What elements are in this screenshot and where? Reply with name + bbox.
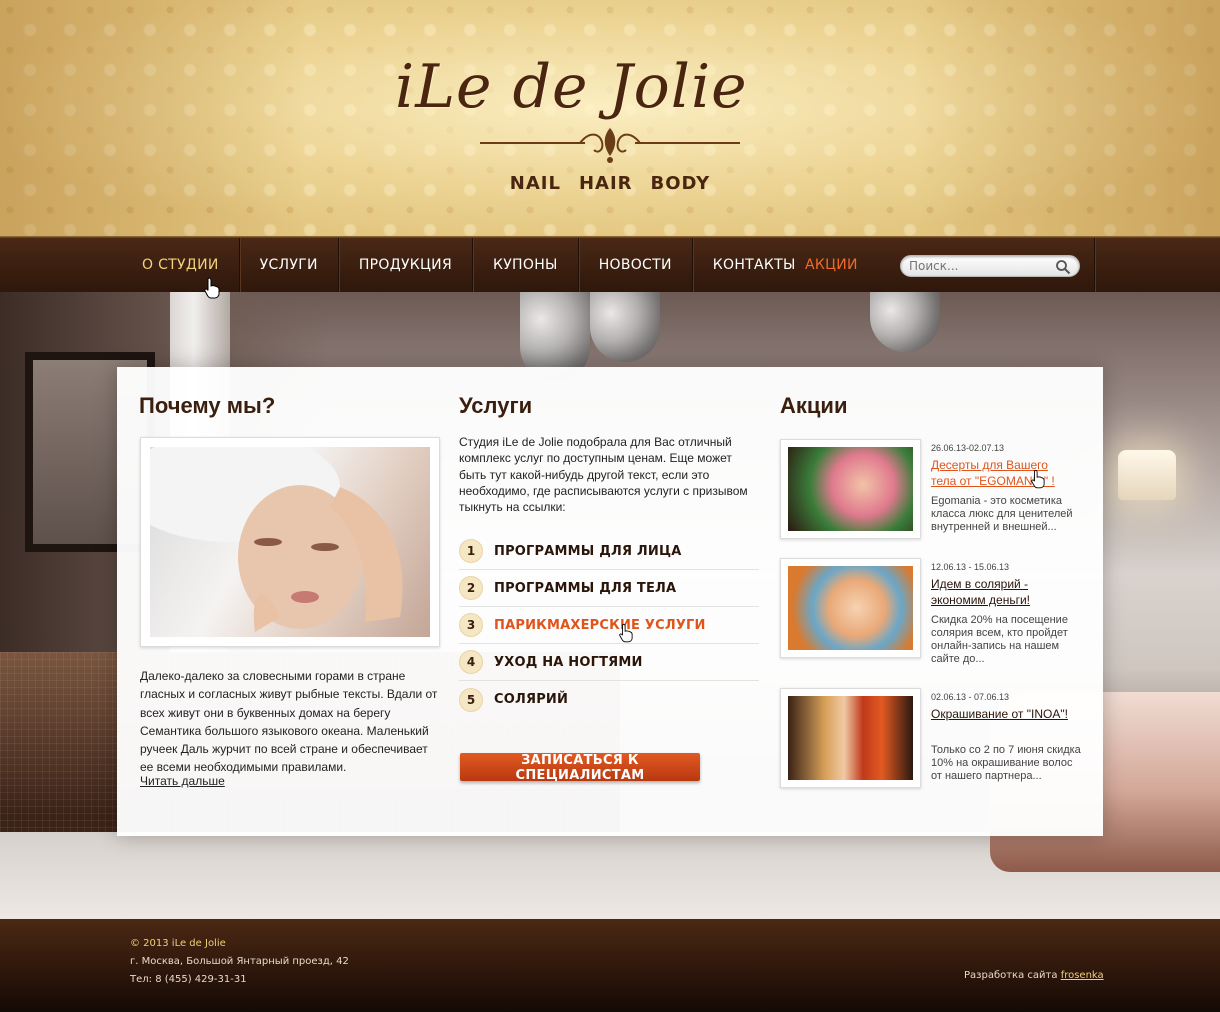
service-number: 2 xyxy=(459,576,483,600)
promo-image-hair-coloring xyxy=(788,696,913,780)
service-item-solarium[interactable]: 5 СОЛЯРИЙ xyxy=(459,681,759,718)
services-list: 1 ПРОГРАММЫ ДЛЯ ЛИЦА 2 ПРОГРАММЫ ДЛЯ ТЕЛ… xyxy=(459,533,759,718)
footer-phone: Тел: 8 (455) 429-31-31 xyxy=(130,974,247,985)
lamp-icon xyxy=(1118,450,1176,500)
service-label: ПРОГРАММЫ ДЛЯ ТЕЛА xyxy=(494,580,677,596)
promo-desc: Только со 2 по 7 июня скидка 10% на окра… xyxy=(931,744,1081,782)
promo-title-link[interactable]: Идем в солярий - экономим деньги! xyxy=(931,576,1076,608)
read-more-link[interactable]: Читать дальше xyxy=(140,774,225,788)
service-item-body[interactable]: 2 ПРОГРАММЫ ДЛЯ ТЕЛА xyxy=(459,570,759,607)
nav-item-news[interactable]: НОВОСТИ xyxy=(579,238,693,293)
service-item-hairdressing[interactable]: 3 ПАРИКМАХЕРСКИЕ УСЛУГИ xyxy=(459,607,759,644)
promo-date: 12.06.13 - 15.06.13 xyxy=(931,562,1010,572)
spa-face-image xyxy=(150,447,430,637)
nav-item-services[interactable]: УСЛУГИ xyxy=(240,238,339,293)
promo-thumb[interactable] xyxy=(780,558,921,658)
tagline-nail: NAIL xyxy=(509,173,561,194)
developer-label: Разработка сайта xyxy=(964,970,1058,981)
service-item-nails[interactable]: 4 УХОД НА НОГТЯМИ xyxy=(459,644,759,681)
nav-item-coupons[interactable]: КУПОНЫ xyxy=(473,238,579,293)
hand-cursor-icon xyxy=(204,277,220,299)
site-footer: © 2013 iLe de Jolie г. Москва, Большой Я… xyxy=(0,919,1220,1012)
nav-item-about[interactable]: О СТУДИИ xyxy=(122,238,240,293)
tagline: NAIL HAIR BODY xyxy=(500,173,720,194)
service-label: ПАРИКМАХЕРСКИЕ УСЛУГИ xyxy=(494,617,706,633)
footer-developer: Разработка сайта frosenka xyxy=(964,970,1104,981)
nav-item-products[interactable]: ПРОДУКЦИЯ xyxy=(339,238,473,293)
services-intro: Студия iLe de Jolie подобрала для Вас от… xyxy=(459,435,748,515)
footer-copyright: © 2013 iLe de Jolie xyxy=(130,938,226,949)
why-text: Далеко-далеко за словесными горами в стр… xyxy=(140,669,438,775)
hand-cursor-icon xyxy=(619,623,633,643)
promos-title: Акции xyxy=(780,393,848,418)
promo-desc: Скидка 20% на посещение солярия всем, кт… xyxy=(931,614,1068,665)
promo-thumb[interactable] xyxy=(780,439,921,539)
search-input[interactable] xyxy=(909,257,1049,275)
footer-address: г. Москва, Большой Янтарный проезд, 42 xyxy=(130,956,349,967)
promo-image-solarium xyxy=(788,566,913,650)
chandelier-icon xyxy=(590,292,660,362)
promo-desc: Egomania - это косметика класса люкс для… xyxy=(931,495,1073,533)
ornament-divider-icon xyxy=(480,128,740,163)
service-label: ПРОГРАММЫ ДЛЯ ЛИЦА xyxy=(494,543,682,559)
nav-items: О СТУДИИ УСЛУГИ ПРОДУКЦИЯ АКЦИИ КУПОНЫ Н… xyxy=(122,238,1095,338)
service-label: УХОД НА НОГТЯМИ xyxy=(494,654,643,670)
why-photo xyxy=(140,437,440,647)
service-item-face[interactable]: 1 ПРОГРАММЫ ДЛЯ ЛИЦА xyxy=(459,533,759,570)
hand-cursor-icon xyxy=(1031,469,1045,489)
main-nav: О СТУДИИ УСЛУГИ ПРОДУКЦИЯ АКЦИИ КУПОНЫ Н… xyxy=(0,237,1220,338)
service-label: СОЛЯРИЙ xyxy=(494,692,569,707)
tagline-body: BODY xyxy=(650,173,711,194)
tagline-hair: HAIR xyxy=(578,173,633,194)
promo-thumb[interactable] xyxy=(780,688,921,788)
chandelier-icon xyxy=(870,292,940,352)
spa-face-illustration xyxy=(150,447,403,632)
site-logo[interactable]: iLe de Jolie xyxy=(395,52,835,122)
promo-date: 02.06.13 - 07.06.13 xyxy=(931,692,1010,702)
service-number: 4 xyxy=(459,650,483,674)
developer-link[interactable]: frosenka xyxy=(1061,970,1104,981)
search-box[interactable] xyxy=(900,255,1080,277)
promo-title-link[interactable]: Окрашивание от "INOA"! xyxy=(931,706,1076,722)
promo-date: 26.06.13-02.07.13 xyxy=(931,443,1005,453)
promo-image-makeup xyxy=(788,447,913,531)
site-header: iLe de Jolie NAIL HAIR BODY xyxy=(0,0,1220,237)
promo-item: 26.06.13-02.07.13 Десерты для Вашего тел… xyxy=(780,439,1090,539)
promo-item: 02.06.13 - 07.06.13 Окрашивание от "INOA… xyxy=(780,688,1090,788)
search-icon[interactable] xyxy=(1055,259,1071,275)
content-panel: Почему мы? Далеко-далеко за словесными г… xyxy=(117,367,1103,836)
service-number: 3 xyxy=(459,613,483,637)
service-number: 5 xyxy=(459,687,483,712)
services-title: Услуги xyxy=(459,393,533,418)
book-specialist-button[interactable]: ЗАПИСАТЬСЯ К СПЕЦИАЛИСТАМ xyxy=(460,753,700,783)
why-title: Почему мы? xyxy=(139,393,276,418)
promo-title-link[interactable]: Десерты для Вашего тела от "EGOMANIA" ! xyxy=(931,457,1076,489)
footer-info: © 2013 iLe de Jolie г. Москва, Большой Я… xyxy=(130,935,349,989)
service-number: 1 xyxy=(459,539,483,563)
promo-item: 12.06.13 - 15.06.13 Идем в солярий - эко… xyxy=(780,558,1090,665)
